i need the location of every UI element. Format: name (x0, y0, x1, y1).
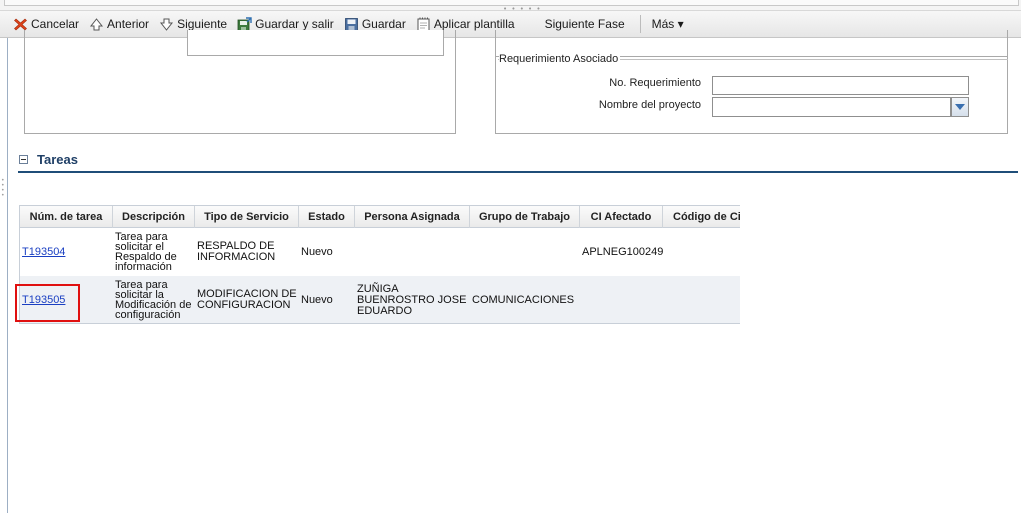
description-cell: Tarea para solicitar la Modificación de … (113, 276, 195, 323)
assignee-line: ZUÑIGA (357, 282, 399, 295)
table-row: T193505 Tarea para solicitar la Modifica… (20, 276, 740, 323)
assignee-cell: ZUÑIGA BUENROSTRO JOSE EDUARDO (355, 276, 470, 323)
side-splitter-grip[interactable]: • • • • (1, 178, 5, 199)
ci-code-cell (663, 228, 740, 276)
column-work-group[interactable]: Grupo de Trabajo (470, 206, 580, 228)
selected-task-highlight (15, 284, 80, 322)
more-label: Más ▾ (651, 17, 684, 31)
description-line: información (115, 261, 172, 273)
requirement-fieldset (498, 59, 1008, 133)
tasks-table-bottom-border (19, 323, 740, 324)
tasks-table-header: Núm. de tarea Descripción Tipo de Servic… (20, 206, 740, 228)
affected-ci-cell: APLNEG100249 (582, 245, 663, 258)
ci-code-cell (663, 276, 740, 323)
column-assignee[interactable]: Persona Asignada (355, 206, 470, 228)
service-type-line: INFORMACION (197, 251, 276, 263)
collapse-icon[interactable] (19, 155, 28, 164)
requirement-number-input[interactable] (712, 76, 969, 95)
project-name-select[interactable] (712, 97, 951, 117)
previous-label: Anterior (107, 17, 150, 31)
service-type-line: CONFIGURACION (197, 299, 291, 311)
work-group-cell (470, 228, 580, 276)
status-cell: Nuevo (301, 245, 333, 258)
save-exit-label: Guardar y salir (255, 17, 334, 31)
tasks-table: Núm. de tarea Descripción Tipo de Servic… (19, 205, 740, 324)
description-line: configuración (115, 309, 181, 321)
apply-template-label: Aplicar plantilla (433, 17, 515, 31)
assignee-line: EDUARDO (357, 304, 413, 317)
column-task-number[interactable]: Núm. de tarea (20, 206, 113, 228)
requirement-legend: Requerimiento Asociado (499, 53, 621, 65)
column-status[interactable]: Estado (299, 206, 355, 228)
tasks-section-header: Tareas (18, 151, 1018, 173)
service-type-cell: RESPALDO DE INFORMACION (195, 228, 299, 276)
affected-ci-cell (580, 276, 663, 323)
column-service-type[interactable]: Tipo de Servicio (195, 206, 299, 228)
save-label: Guardar (361, 17, 406, 31)
task-number-cell: T193504 (20, 228, 113, 276)
service-type-cell: MODIFICACION DE CONFIGURACION (195, 276, 299, 323)
work-group-cell: COMUNICACIONES (472, 293, 575, 306)
next-label: Siguiente (177, 17, 228, 31)
column-affected-ci[interactable]: CI Afectado (580, 206, 663, 228)
tasks-title: Tareas (37, 152, 78, 167)
project-name-label: Nombre del proyecto (598, 99, 701, 111)
dropdown-arrow-icon[interactable] (951, 97, 969, 117)
assignee-line: BUENROSTRO JOSE (357, 293, 467, 306)
next-phase-label: Siguiente Fase (544, 17, 625, 31)
column-description[interactable]: Descripción (113, 206, 195, 228)
task-form-page: • • • • • Cancelar Anterior Siguiente Gu… (0, 0, 1021, 513)
status-cell: Nuevo (301, 293, 333, 306)
description-cell: Tarea para solicitar el Respaldo de info… (113, 228, 195, 276)
cancel-label: Cancelar (31, 17, 80, 31)
requirement-number-label: No. Requerimiento (609, 77, 701, 89)
table-row: T193504 Tarea para solicitar el Respaldo… (20, 228, 740, 276)
column-ci-code[interactable]: Código de Ci (663, 206, 740, 228)
task-link[interactable]: T193504 (22, 246, 65, 258)
left-text-area[interactable] (187, 30, 444, 56)
assignee-cell (355, 228, 470, 276)
left-panel-edge (7, 38, 8, 513)
